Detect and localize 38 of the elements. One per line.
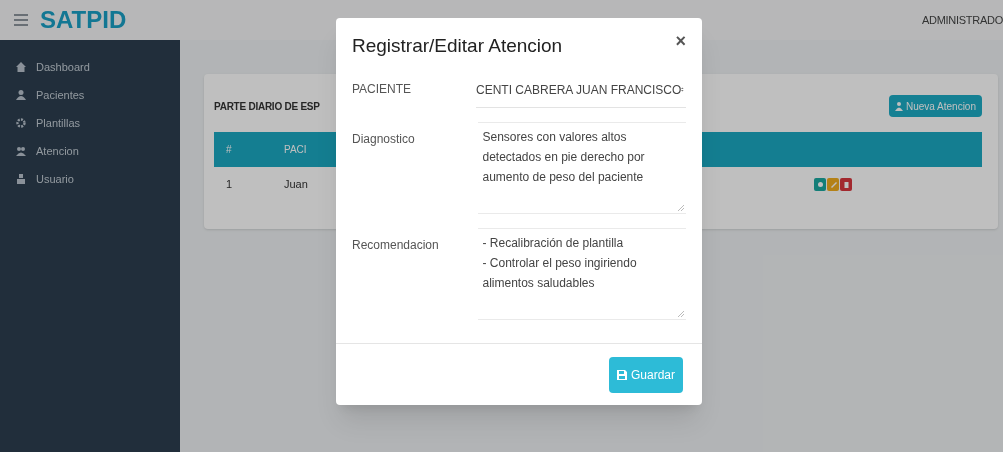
field-text: - Recalibración de plantilla - Controlar el peso ingiriendo alimentos saludables bbox=[482, 235, 638, 292]
sidebar-item[interactable]: Dashboard bbox=[0, 56, 180, 78]
text-area-field[interactable]: - Recalibración de plantilla - Controlar el peso ingiriendo alimentos saludables bbox=[478, 228, 686, 320]
user-icon bbox=[894, 101, 903, 111]
user-name[interactable]: ADMINISTRADO bbox=[921, 11, 1003, 29]
patient-select[interactable]: CENTI CABRERA JUAN FRANCISCO bbox=[476, 72, 686, 108]
resize-grip-icon bbox=[678, 205, 684, 211]
close-button[interactable]: × bbox=[675, 32, 686, 50]
delete-icon bbox=[842, 180, 850, 189]
view-icon bbox=[816, 180, 824, 189]
field-label: Recomendacion bbox=[352, 237, 440, 254]
card-title: PARTE DIARIO DE ESP bbox=[214, 99, 320, 114]
text-area-field[interactable]: Sensores con valores altos detectados en pie derecho por aumento de peso del paciente bbox=[478, 122, 686, 214]
person-icon bbox=[16, 174, 26, 184]
new-attention-button[interactable]: Nueva Atencion bbox=[888, 95, 982, 117]
sidebar-item[interactable]: Atencion bbox=[0, 140, 180, 162]
sidebar-item[interactable]: Pacientes bbox=[0, 84, 180, 106]
column-header: PACI bbox=[283, 143, 308, 157]
table-cell-text: Juan bbox=[283, 177, 309, 193]
resize-grip-icon bbox=[678, 311, 684, 317]
column-header: # bbox=[225, 143, 233, 157]
view-button[interactable] bbox=[814, 178, 826, 191]
edit-button[interactable] bbox=[827, 178, 839, 191]
field-label: PACIENTE bbox=[352, 81, 413, 98]
user-icon bbox=[16, 90, 26, 100]
table-cell-text: 1 bbox=[225, 177, 234, 193]
app-logo: SATPID bbox=[40, 5, 127, 35]
sidebar-item[interactable]: Plantillas bbox=[0, 112, 180, 134]
group-icon bbox=[16, 146, 26, 156]
gear-icon bbox=[16, 118, 26, 128]
home-icon bbox=[16, 62, 26, 72]
field-label: Diagnostico bbox=[352, 131, 416, 148]
menu-icon[interactable] bbox=[14, 14, 28, 26]
delete-button[interactable] bbox=[840, 178, 852, 191]
modal-title: Registrar/Editar Atencion bbox=[352, 34, 563, 58]
edit-icon bbox=[829, 180, 837, 189]
field-text: Sensores con valores altos detectados en pie derecho por aumento de peso del paciente bbox=[482, 129, 646, 186]
sidebar-item[interactable]: Usuario bbox=[0, 168, 180, 190]
